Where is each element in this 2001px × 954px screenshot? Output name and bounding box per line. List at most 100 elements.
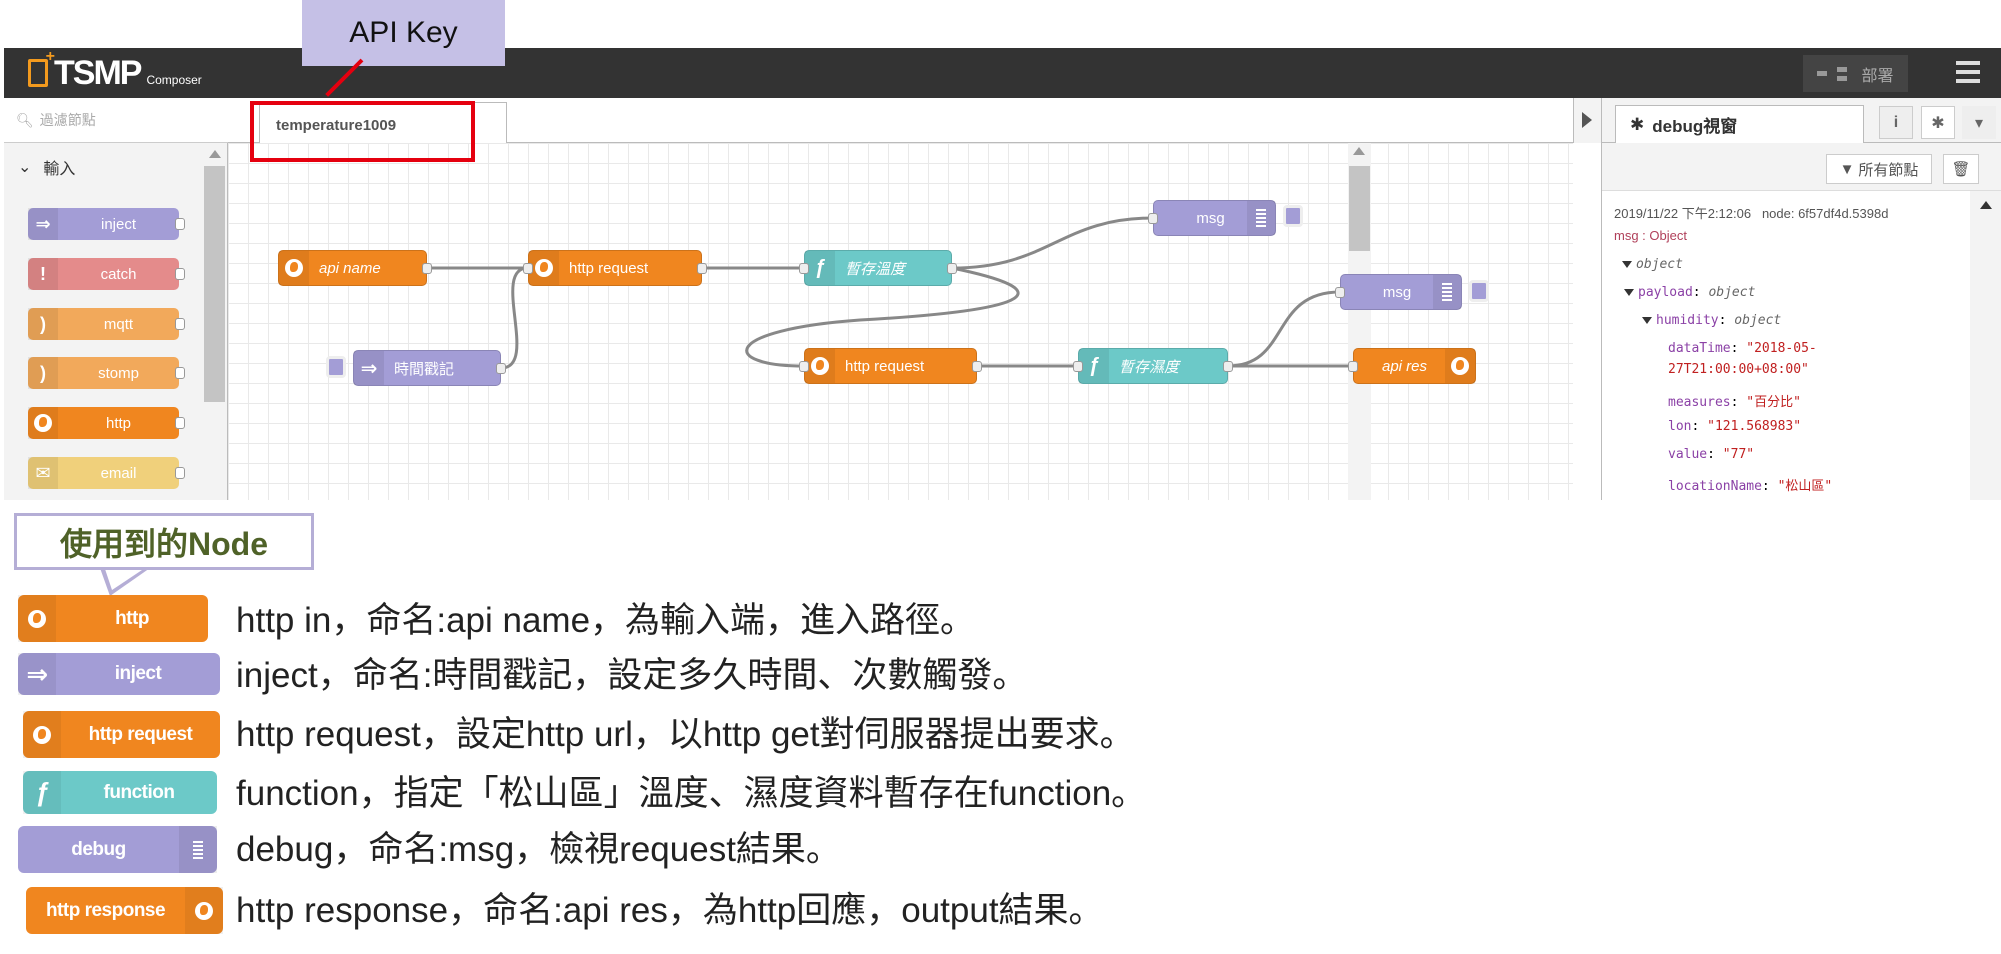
flow-node-api-name[interactable]: api name	[278, 250, 432, 286]
message-timestamp: 2019/11/22 下午2:12:06	[1614, 206, 1752, 221]
trash-icon: 🗑︎	[1951, 161, 1971, 178]
flow-node-api-res[interactable]: api res	[1348, 348, 1476, 384]
sidebar-tabs: ✱ debug視窗 i ✱ ▾	[1602, 98, 2001, 144]
filter-icon: ▼	[1839, 160, 1855, 178]
palette-node-inject[interactable]: ⇒ inject	[28, 208, 185, 240]
flow-node-http-request[interactable]: http request	[523, 250, 707, 286]
legend-node-debug: debug	[18, 826, 217, 873]
legend-node-function: ƒ function	[23, 771, 217, 814]
sidebar-toggle-icon[interactable]	[1573, 98, 1601, 143]
bug-icon: ✱	[1931, 114, 1945, 132]
scrollbar-thumb[interactable]	[204, 166, 225, 402]
legend-node-http-response: http response	[26, 887, 223, 934]
legend-description: inject，命名:時間戳記，設定多久時間、次數觸發。	[236, 656, 1028, 695]
debug-toggle-button[interactable]	[1469, 280, 1489, 302]
message-meta: 2019/11/22 下午2:12:06 node: 6f57df4d.5398…	[1614, 203, 1888, 222]
output-port[interactable]	[697, 263, 707, 274]
caret-down-icon: ▾	[1974, 114, 1984, 132]
deploy-icon	[1817, 66, 1848, 81]
node-palette: 🔍︎ 過濾節點 ⌄ 輸入 ⇒ inject ! catch ) mqtt ) stomp h…	[4, 98, 228, 500]
workspace-scrollbar[interactable]	[1348, 143, 1371, 500]
palette-category-input[interactable]: ⌄ 輸入	[4, 143, 204, 191]
sidebar-dropdown[interactable]: ▾	[1962, 106, 1996, 139]
list-icon	[1247, 201, 1275, 235]
legend-description: debug，命名:msg，檢視request結果。	[236, 830, 841, 869]
flow-node-inject-timestamp[interactable]: ⇒ 時間戳記	[353, 350, 506, 386]
legend-node-http: http	[18, 595, 208, 642]
palette-search-input[interactable]: 🔍︎ 過濾節點	[4, 98, 228, 143]
globe-icon	[28, 609, 46, 628]
inject-trigger-button[interactable]	[326, 356, 346, 378]
palette-node-catch[interactable]: ! catch	[28, 258, 185, 290]
tree-root[interactable]: object	[1622, 257, 1683, 272]
flow-canvas[interactable]	[228, 143, 1573, 500]
search-icon: 🔍︎	[16, 111, 34, 128]
list-icon	[1433, 275, 1461, 309]
output-port[interactable]	[972, 361, 982, 372]
globe-icon	[285, 259, 303, 277]
flow-node-debug-msg[interactable]: msg	[1335, 274, 1462, 310]
port	[175, 268, 185, 280]
expand-icon	[1624, 289, 1634, 296]
globe-icon	[1451, 357, 1469, 375]
clear-messages-button[interactable]: 🗑︎	[1943, 154, 1979, 184]
arrow-icon: ⇒	[18, 653, 56, 695]
globe-icon-wrap	[28, 407, 58, 439]
globe-icon	[535, 259, 553, 277]
envelope-icon: ✉	[28, 457, 58, 489]
port	[175, 467, 185, 479]
debug-toggle-button[interactable]	[1283, 205, 1303, 227]
filter-nodes-button[interactable]: ▼ 所有節點	[1826, 154, 1932, 184]
tab-debug[interactable]: ✱ debug視窗	[1615, 105, 1864, 144]
function-icon: ƒ	[23, 771, 61, 814]
globe-icon	[811, 357, 829, 375]
palette-node-mqtt[interactable]: ) mqtt	[28, 308, 185, 340]
input-port[interactable]	[799, 361, 809, 372]
input-port[interactable]	[1335, 287, 1345, 298]
globe-icon	[195, 901, 213, 920]
debug-toolbar: ▼ 所有節點 🗑︎	[1602, 143, 2001, 191]
scroll-up-icon[interactable]	[1353, 147, 1365, 155]
tree-payload[interactable]: payload: object	[1624, 285, 1755, 300]
legend-node-http-request: http request	[23, 711, 220, 758]
tree-field: value: "77"	[1668, 447, 1755, 462]
flow-node-debug-msg[interactable]: msg	[1148, 200, 1276, 236]
port	[175, 417, 185, 429]
deploy-button[interactable]: 部署	[1803, 55, 1908, 92]
scrollbar-thumb[interactable]	[1349, 166, 1370, 251]
legend-description: http in，命名:api name，為輸入端，進入路徑。	[236, 601, 976, 640]
menu-icon[interactable]	[1956, 61, 1980, 83]
scroll-up-icon[interactable]	[209, 150, 221, 158]
legend-node-inject: ⇒ inject	[18, 653, 220, 695]
flow-node-function-humidity[interactable]: ƒ 暫存濕度	[1073, 348, 1233, 384]
info-button[interactable]: i	[1879, 106, 1913, 139]
tree-humidity[interactable]: humidity: object	[1642, 313, 1781, 328]
expand-icon	[1642, 317, 1652, 324]
input-port[interactable]	[1073, 361, 1083, 372]
palette-scrollbar[interactable]	[204, 150, 225, 500]
palette-node-http[interactable]: http	[28, 407, 185, 439]
globe-icon	[33, 725, 51, 744]
nodes-used-callout: 使用到的Node	[14, 513, 314, 570]
palette-node-stomp[interactable]: ) stomp	[28, 357, 185, 389]
output-port[interactable]	[947, 263, 957, 274]
flow-node-function-temperature[interactable]: ƒ 暫存溫度	[799, 250, 957, 286]
flow-node-http-request[interactable]: http request	[799, 348, 982, 384]
input-port[interactable]	[523, 263, 533, 274]
message-node-id: node: 6f57df4d.5398d	[1761, 206, 1889, 221]
output-port[interactable]	[496, 363, 506, 374]
input-port[interactable]	[799, 263, 809, 274]
icon-wrap	[805, 349, 835, 383]
tree-field-continued: 27T21:00:00+08:00"	[1668, 362, 1809, 377]
output-port[interactable]	[422, 263, 432, 274]
tree-field: locationName: "松山區"	[1668, 479, 1833, 494]
icon-wrap	[529, 251, 559, 285]
bug-icon: ✱	[1630, 114, 1645, 134]
debug-scrollbar[interactable]	[1970, 191, 2001, 500]
output-port[interactable]	[1223, 361, 1233, 372]
debug-tab-button[interactable]: ✱	[1921, 106, 1955, 139]
input-port[interactable]	[1348, 361, 1358, 372]
palette-node-email[interactable]: ✉ email	[28, 457, 185, 489]
input-port[interactable]	[1148, 213, 1158, 224]
icon-wrap	[185, 887, 223, 934]
